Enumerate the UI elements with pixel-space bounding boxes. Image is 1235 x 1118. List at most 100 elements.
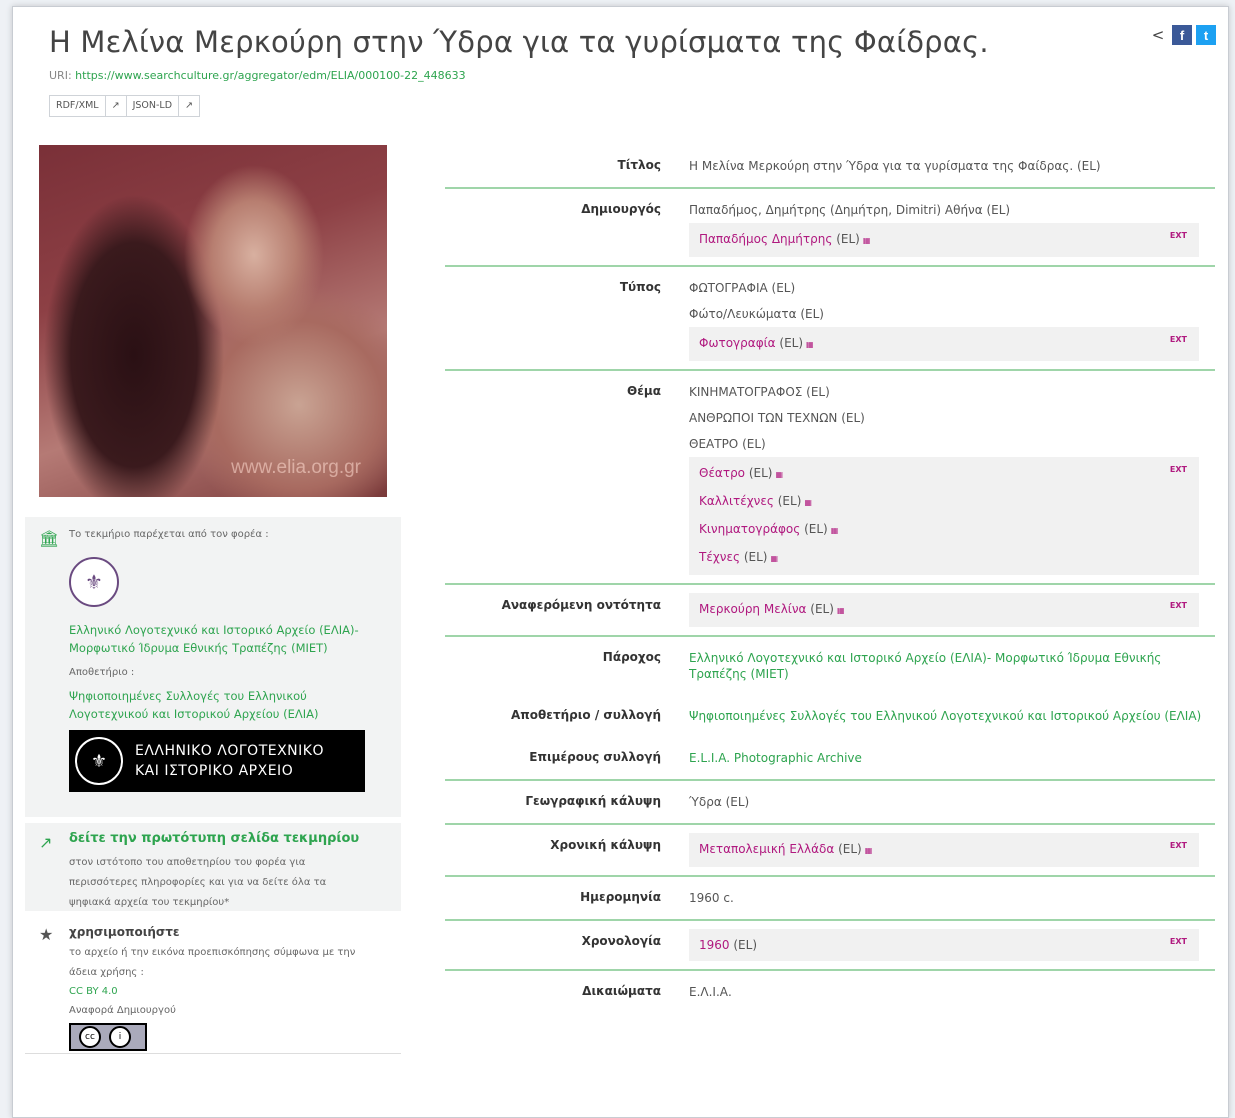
vocab-box: Μεταπολεμική Ελλάδα (EL) ▦ EXT: [689, 833, 1199, 867]
field-subject: Θέμα ΚΙΝΗΜΑΤΟΓΡΑΦΟΣ (EL) ΑΝΘΡΩΠΟΙ ΤΩΝ ΤΕ…: [445, 371, 1215, 585]
record-page: Η Μελίνα Μερκούρη στην Ύδρα για τα γυρίσ…: [12, 6, 1229, 1118]
ext-link[interactable]: EXT: [1170, 335, 1187, 344]
twitter-icon[interactable]: t: [1196, 25, 1216, 45]
vocab-icon[interactable]: ▦: [804, 498, 812, 507]
field-value: Η Μελίνα Μερκούρη στην Ύδρα για τα γυρίσ…: [689, 159, 1101, 173]
cc-by-badge[interactable]: cc i: [69, 1023, 147, 1051]
field-label: Πάροχος: [602, 650, 661, 664]
vocab-icon[interactable]: ▦: [865, 846, 873, 855]
provider-value-link[interactable]: Ελληνικό Λογοτεχνικό και Ιστορικό Αρχείο…: [689, 645, 1215, 687]
field-label: Αναφερόμενη οντότητα: [501, 598, 661, 612]
field-value: ΚΙΝΗΜΑΤΟΓΡΑΦΟΣ (EL): [689, 385, 830, 399]
repo-link[interactable]: Ψηφιοποιημένες Συλλογές του Ελληνικού Λο…: [69, 687, 359, 723]
format-links: RDF/XML ↗ JSON-LD ↗: [49, 95, 200, 117]
facebook-icon[interactable]: f: [1172, 25, 1192, 45]
vocab-link[interactable]: Θέατρο: [699, 466, 745, 480]
ext-link[interactable]: EXT: [1170, 601, 1187, 610]
vocab-link[interactable]: Μεταπολεμική Ελλάδα: [699, 842, 834, 856]
institution-icon: 🏛: [39, 529, 60, 548]
elia-banner-logo[interactable]: ⚜ ΕΛΛΗΝΙΚΟ ΛΟΓΟΤΕΧΝΙΚΟ ΚΑΙ ΙΣΤΟΡΙΚΟ ΑΡΧΕ…: [69, 730, 365, 792]
external-link-icon[interactable]: ↗: [106, 96, 127, 116]
vocab-icon[interactable]: ▦: [863, 236, 871, 245]
vocab-link[interactable]: Τέχνες: [699, 550, 740, 564]
field-title: Τίτλος Η Μελίνα Μερκούρη στην Ύδρα για τ…: [445, 145, 1215, 189]
photo-watermark: www.elia.org.gr: [231, 457, 361, 478]
vocab-link[interactable]: Μερκούρη Μελίνα: [699, 602, 806, 616]
uri-link[interactable]: https://www.searchculture.gr/aggregator/…: [75, 69, 465, 82]
rdf-xml-link[interactable]: RDF/XML: [50, 96, 106, 116]
provider-link[interactable]: Ελληνικό Λογοτεχνικό και Ιστορικό Αρχείο…: [69, 621, 389, 657]
field-label: Δικαιώματα: [582, 984, 661, 998]
ext-link[interactable]: EXT: [1170, 231, 1187, 240]
item-photo[interactable]: www.elia.org.gr: [39, 145, 387, 497]
vocab-box: Φωτογραφία (EL) ▦ EXT: [689, 327, 1199, 361]
provider-panel: 🏛 Το τεκμήριο παρέχεται από τον φορέα : …: [25, 517, 401, 817]
lang-tag: (EL): [733, 938, 758, 952]
field-repository: Αποθετήριο / συλλογή Ψηφιοποιημένες Συλλ…: [445, 695, 1215, 737]
field-label: Δημιουργός: [581, 202, 661, 216]
field-label: Τύπος: [619, 280, 661, 294]
original-page-desc: στον ιστότοπο του αποθετηρίου του φορέα …: [69, 857, 327, 908]
vocab-icon[interactable]: ▦: [806, 340, 814, 349]
usage-desc: το αρχείο ή την εικόνα προεπισκόπησης σύ…: [69, 947, 356, 978]
field-label: Ημερομηνία: [580, 890, 661, 904]
external-link-icon[interactable]: ↗: [179, 96, 199, 116]
json-ld-link[interactable]: JSON-LD: [127, 96, 180, 116]
ext-link[interactable]: EXT: [1170, 937, 1187, 946]
field-label: Χρονολογία: [581, 934, 661, 948]
field-temporal: Χρονική κάλυψη Μεταπολεμική Ελλάδα (EL) ▦…: [445, 825, 1215, 877]
vocab-link[interactable]: Κινηματογράφος: [699, 522, 800, 536]
subcollection-value-link[interactable]: E.L.I.A. Photographic Archive: [689, 745, 1215, 771]
lang-tag: (EL): [743, 550, 768, 564]
elia-emblem-icon: ⚜: [75, 737, 123, 785]
usage-heading: χρησιμοποιήστε: [69, 925, 180, 939]
field-value: Ύδρα (EL): [689, 795, 750, 809]
page-title: Η Μελίνα Μερκούρη στην Ύδρα για τα γυρίσ…: [49, 25, 989, 59]
field-geo: Γεωγραφική κάλυψη Ύδρα (EL): [445, 781, 1215, 825]
field-subcollection: Επιμέρους συλλογή E.L.I.A. Photographic …: [445, 737, 1215, 781]
provider-seal-logo: ⚜: [69, 557, 119, 607]
license-link[interactable]: CC BY 4.0: [69, 983, 118, 1001]
external-link-icon: ↗: [39, 833, 53, 852]
field-chronology: Χρονολογία 1960 (EL) EXT: [445, 921, 1215, 971]
star-icon: ★: [39, 925, 54, 944]
field-rights: Δικαιώματα E.Λ.Ι.Α.: [445, 971, 1215, 1013]
share-icon[interactable]: <: [1148, 25, 1168, 45]
original-page-link[interactable]: δείτε την πρωτότυπη σελίδα τεκμηρίου: [69, 831, 359, 846]
vocab-link[interactable]: Παπαδήμος Δημήτρης: [699, 232, 832, 246]
share-bar: < f t: [1148, 25, 1216, 45]
lang-tag: (EL): [836, 232, 860, 246]
vocab-link[interactable]: 1960: [699, 938, 730, 952]
field-label: Θέμα: [627, 384, 661, 398]
vocab-box: 1960 (EL) EXT: [689, 929, 1199, 961]
vocab-box: Παπαδήμος Δημήτρης (EL) ▦ EXT: [689, 223, 1199, 257]
banner-line-1: ΕΛΛΗΝΙΚΟ ΛΟΓΟΤΕΧΝΙΚΟ: [135, 743, 324, 759]
vocab-box: Μερκούρη Μελίνα (EL) ▦ EXT: [689, 593, 1199, 627]
vocab-link[interactable]: Καλλιτέχνες: [699, 494, 774, 508]
repository-value-link[interactable]: Ψηφιοποιημένες Συλλογές του Ελληνικού Λο…: [689, 703, 1215, 729]
field-value: ΑΝΘΡΩΠΟΙ ΤΩΝ ΤΕΧΝΩΝ (EL): [689, 411, 865, 425]
field-value: 1960 c.: [689, 891, 734, 905]
lang-tag: (EL): [748, 466, 773, 480]
field-creator: Δημιουργός Παπαδήμος, Δημήτρης (Δημήτρη,…: [445, 189, 1215, 267]
field-label: Αποθετήριο / συλλογή: [511, 708, 661, 722]
attribution-label: Αναφορά Δημιουργού: [69, 1005, 176, 1016]
vocab-link[interactable]: Φωτογραφία: [699, 336, 776, 350]
vocab-icon[interactable]: ▦: [776, 470, 784, 479]
vocab-icon[interactable]: ▦: [837, 606, 845, 615]
metadata-table: Τίτλος Η Μελίνα Μερκούρη στην Ύδρα για τ…: [445, 145, 1215, 1013]
field-provider: Πάροχος Ελληνικό Λογοτεχνικό και Ιστορικ…: [445, 637, 1215, 695]
field-value: E.Λ.Ι.Α.: [689, 985, 732, 999]
field-value: ΘΕΑΤΡΟ (EL): [689, 437, 766, 451]
lang-tag: (EL): [779, 336, 804, 350]
vocab-icon[interactable]: ▦: [770, 554, 778, 563]
field-date: Ημερομηνία 1960 c.: [445, 877, 1215, 921]
ext-link[interactable]: EXT: [1170, 465, 1187, 474]
ext-link[interactable]: EXT: [1170, 841, 1187, 850]
repo-label: Αποθετήριο :: [69, 667, 135, 678]
field-value: Φώτο/Λευκώματα (EL): [689, 307, 824, 321]
field-value: ΦΩΤΟΓΡΑΦΙΑ (EL): [689, 281, 796, 295]
field-label: Χρονική κάλυψη: [550, 838, 661, 852]
field-type: Τύπος ΦΩΤΟΓΡΑΦΙΑ (EL) Φώτο/Λευκώματα (EL…: [445, 267, 1215, 371]
vocab-icon[interactable]: ▦: [831, 526, 839, 535]
